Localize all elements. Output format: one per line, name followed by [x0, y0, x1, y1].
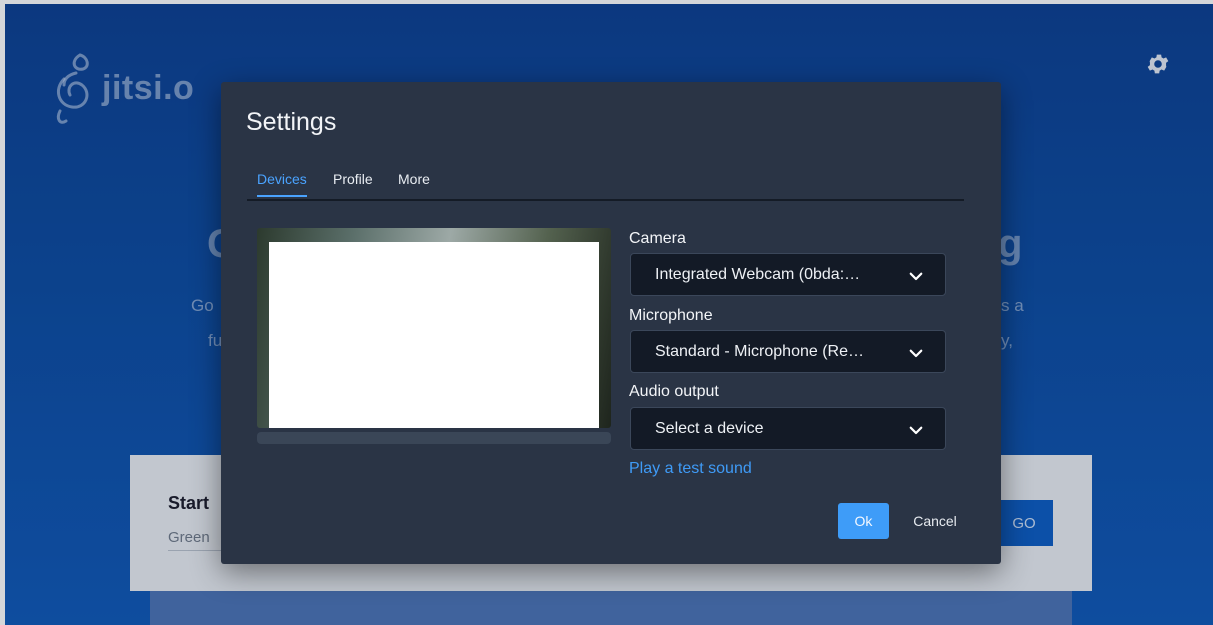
cancel-button[interactable]: Cancel [900, 503, 970, 539]
camera-select[interactable]: Integrated Webcam (0bda:… [630, 253, 946, 296]
camera-select-value: Integrated Webcam (0bda:… [655, 266, 861, 283]
audio-output-label: Audio output [629, 383, 719, 400]
tab-more[interactable]: More [398, 171, 430, 195]
audio-level-bar [257, 432, 611, 444]
camera-preview [257, 228, 611, 428]
dialog-title: Settings [246, 108, 337, 136]
ok-button[interactable]: Ok [838, 503, 889, 539]
tab-profile[interactable]: Profile [333, 171, 373, 195]
microphone-select-value: Standard - Microphone (Re… [655, 343, 864, 360]
settings-dialog: Settings Devices Profile More Camera Int… [221, 82, 1001, 564]
chevron-down-icon [909, 426, 923, 435]
chevron-down-icon [909, 272, 923, 281]
play-test-sound-link[interactable]: Play a test sound [629, 460, 752, 478]
microphone-select[interactable]: Standard - Microphone (Re… [630, 330, 946, 373]
audio-output-select-value: Select a device [655, 420, 764, 437]
tab-devices[interactable]: Devices [257, 171, 307, 197]
settings-tabs: Devices Profile More [247, 171, 964, 201]
camera-label: Camera [629, 230, 686, 247]
chevron-down-icon [909, 349, 923, 358]
microphone-label: Microphone [629, 307, 713, 324]
audio-output-select[interactable]: Select a device [630, 407, 946, 450]
camera-preview-frame [269, 242, 599, 428]
